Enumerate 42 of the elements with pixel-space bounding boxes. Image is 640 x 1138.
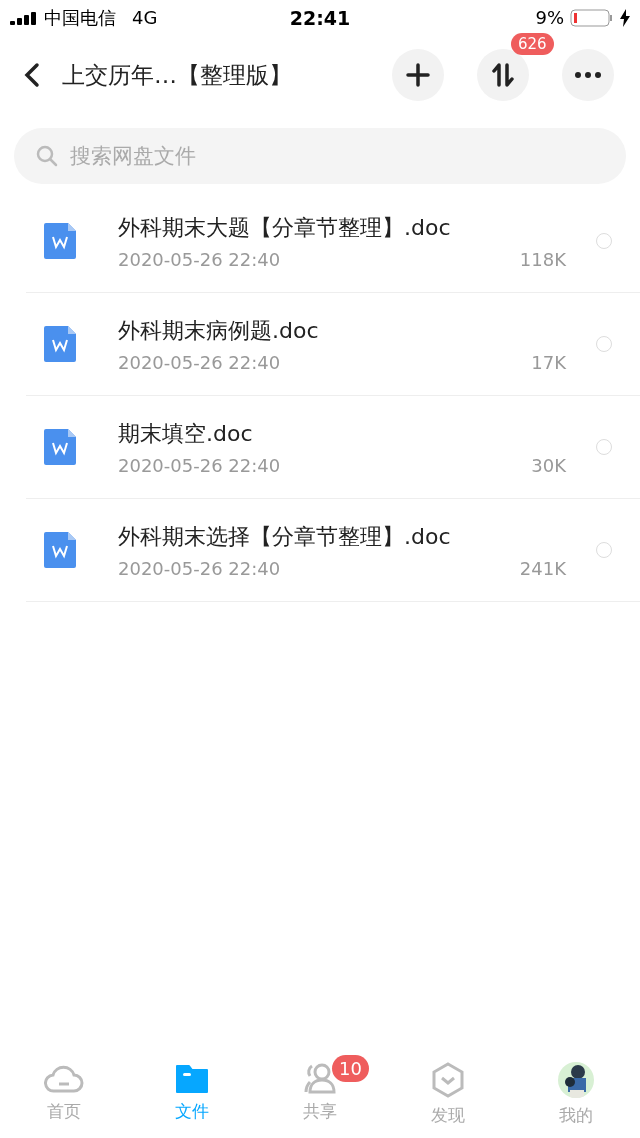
up-down-arrows-icon — [491, 63, 515, 87]
word-document-icon — [44, 429, 76, 465]
file-date: 2020-05-26 22:40 — [118, 248, 281, 270]
clock-time: 22:41 — [289, 6, 351, 29]
folder-title: 上交历年…【整理版】 — [62, 60, 293, 90]
tab-bar-item[interactable]: 文件 — [128, 1052, 256, 1138]
more-icon — [574, 71, 602, 79]
tab-bar-item[interactable]: 首页 — [0, 1052, 128, 1138]
signal-icon — [10, 10, 38, 25]
file-date: 2020-05-26 22:40 — [118, 454, 281, 476]
back-icon[interactable] — [24, 62, 40, 88]
word-document-icon — [44, 532, 76, 568]
add-button[interactable] — [392, 49, 444, 101]
more-button[interactable] — [562, 49, 614, 101]
search-icon — [36, 145, 58, 167]
plus-icon — [406, 63, 430, 87]
file-name[interactable]: 外科期末大题【分章节整理】.doc — [118, 212, 574, 243]
battery-icon — [570, 8, 614, 27]
search-field[interactable]: 搜索网盘文件 — [14, 128, 626, 184]
carrier-name: 中国电信 — [44, 5, 116, 30]
file-size: 241K — [519, 557, 566, 579]
tab-bar-item[interactable]: 我的 — [512, 1052, 640, 1138]
file-size: 30K — [531, 454, 566, 476]
transfer-count-badge: 626 — [511, 33, 554, 55]
file-date: 2020-05-26 22:40 — [118, 351, 281, 373]
file-name[interactable]: 外科期末病例题.doc — [118, 315, 574, 346]
file-name[interactable]: 外科期末选择【分章节整理】.doc — [118, 521, 574, 552]
share-count-badge: 10 — [332, 1055, 369, 1082]
network-type: 4G — [132, 7, 158, 28]
hexagon-icon — [431, 1062, 465, 1098]
file-date: 2020-05-26 22:40 — [118, 557, 281, 579]
folder-icon — [175, 1062, 209, 1094]
tab-bar-item[interactable]: 共享 10 — [256, 1052, 384, 1138]
file-size: 17K — [531, 351, 566, 373]
battery-percent: 9% — [535, 7, 564, 28]
charging-icon — [620, 8, 630, 27]
tab-bar-item[interactable]: 发现 — [384, 1052, 512, 1138]
file-size: 118K — [519, 248, 566, 270]
transfer-button[interactable] — [477, 49, 529, 101]
word-document-icon — [44, 326, 76, 362]
file-name[interactable]: 期末填空.doc — [118, 418, 574, 449]
word-document-icon — [44, 223, 76, 259]
